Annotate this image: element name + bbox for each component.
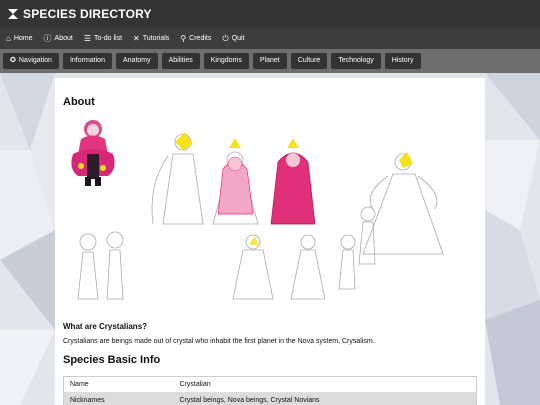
sketch-figure: [232, 234, 356, 300]
tab-planet[interactable]: Planet: [252, 53, 287, 69]
about-heading: About: [63, 96, 95, 108]
hourglass-icon: [8, 9, 18, 19]
sketch-figure: [151, 133, 204, 225]
compass-icon: ✪: [10, 57, 16, 64]
power-icon: ⏻: [222, 33, 229, 43]
tab-history[interactable]: History: [384, 53, 421, 69]
tab-information[interactable]: Information: [62, 53, 112, 69]
tab-kingdoms[interactable]: Kingdoms: [203, 53, 249, 69]
tools-icon: ✕: [133, 33, 140, 43]
sketch-figure: [362, 153, 444, 255]
tab-anatomy[interactable]: Anatomy: [115, 53, 158, 69]
home-icon: ⌂: [6, 33, 11, 43]
tab-technology[interactable]: Technology: [331, 53, 381, 69]
nav-label: Tutorials: [142, 35, 170, 42]
tab-label: Navigation: [18, 57, 52, 64]
app-title: SPECIES DIRECTORY: [23, 7, 152, 21]
tab-abilities[interactable]: Abilities: [161, 53, 200, 69]
nav-credits[interactable]: ⚲ Credits: [180, 33, 212, 43]
tab-label: Kingdoms: [210, 57, 242, 64]
tab-label: Information: [69, 57, 105, 64]
character-sketches-image: [71, 120, 444, 300]
tab-label: History: [391, 57, 414, 64]
nav-label: Quit: [231, 35, 245, 42]
tab-label: Technology: [338, 57, 374, 64]
tab-navigation[interactable]: ✪ Navigation: [3, 53, 59, 69]
section-tabs: ✪ Navigation Information Anatomy Abilitie…: [0, 49, 540, 73]
nav-tutorials[interactable]: ✕ Tutorials: [133, 33, 170, 43]
tab-label: Planet: [259, 57, 280, 64]
basic-info-heading: Species Basic Info: [63, 354, 161, 366]
what-description: Crystalians are beings made out of cryst…: [63, 338, 375, 345]
what-heading: What are Crystalians?: [63, 322, 148, 331]
table-key: Name: [63, 376, 174, 393]
tab-label: Culture: [297, 57, 321, 64]
crystalian-character-art: [71, 120, 115, 186]
title-bar: SPECIES DIRECTORY: [0, 0, 540, 28]
tab-culture[interactable]: Culture: [290, 53, 328, 69]
tab-label: Anatomy: [122, 57, 151, 64]
sketch-figure: [358, 206, 376, 265]
table-value: Crystal beings, Nova beings, Crystal Nov…: [173, 392, 477, 405]
species-artwork: [63, 114, 477, 309]
nav-label: To-do list: [94, 35, 123, 42]
red-figure: [270, 138, 316, 225]
tab-label: Abilities: [168, 57, 193, 64]
main-content: About What are Crystalians? Crystalians …: [55, 78, 485, 405]
sketch-figure: [77, 231, 124, 300]
search-icon: ⚲: [180, 33, 187, 43]
pink-figure: [217, 156, 254, 215]
basic-info-table: Name Crystalian Nicknames Crystal beings…: [63, 376, 477, 405]
nav-about[interactable]: ⓘ About: [43, 33, 73, 43]
nav-todo[interactable]: ☰ To-do list: [83, 33, 123, 43]
list-icon: ☰: [83, 33, 91, 43]
nav-label: Credits: [189, 35, 212, 42]
table-row: Nicknames Crystal beings, Nova beings, C…: [63, 392, 477, 405]
info-icon: ⓘ: [43, 33, 52, 43]
table-key: Nicknames: [63, 392, 174, 405]
nav-label: Home: [13, 35, 33, 42]
nav-home[interactable]: ⌂ Home: [6, 33, 33, 43]
main-nav: ⌂ Home ⓘ About ☰ To-do list ✕ Tutorials …: [0, 28, 540, 49]
table-row: Name Crystalian: [63, 376, 477, 393]
nav-quit[interactable]: ⏻ Quit: [222, 33, 245, 43]
table-value: Crystalian: [173, 376, 477, 393]
nav-label: About: [54, 35, 73, 42]
